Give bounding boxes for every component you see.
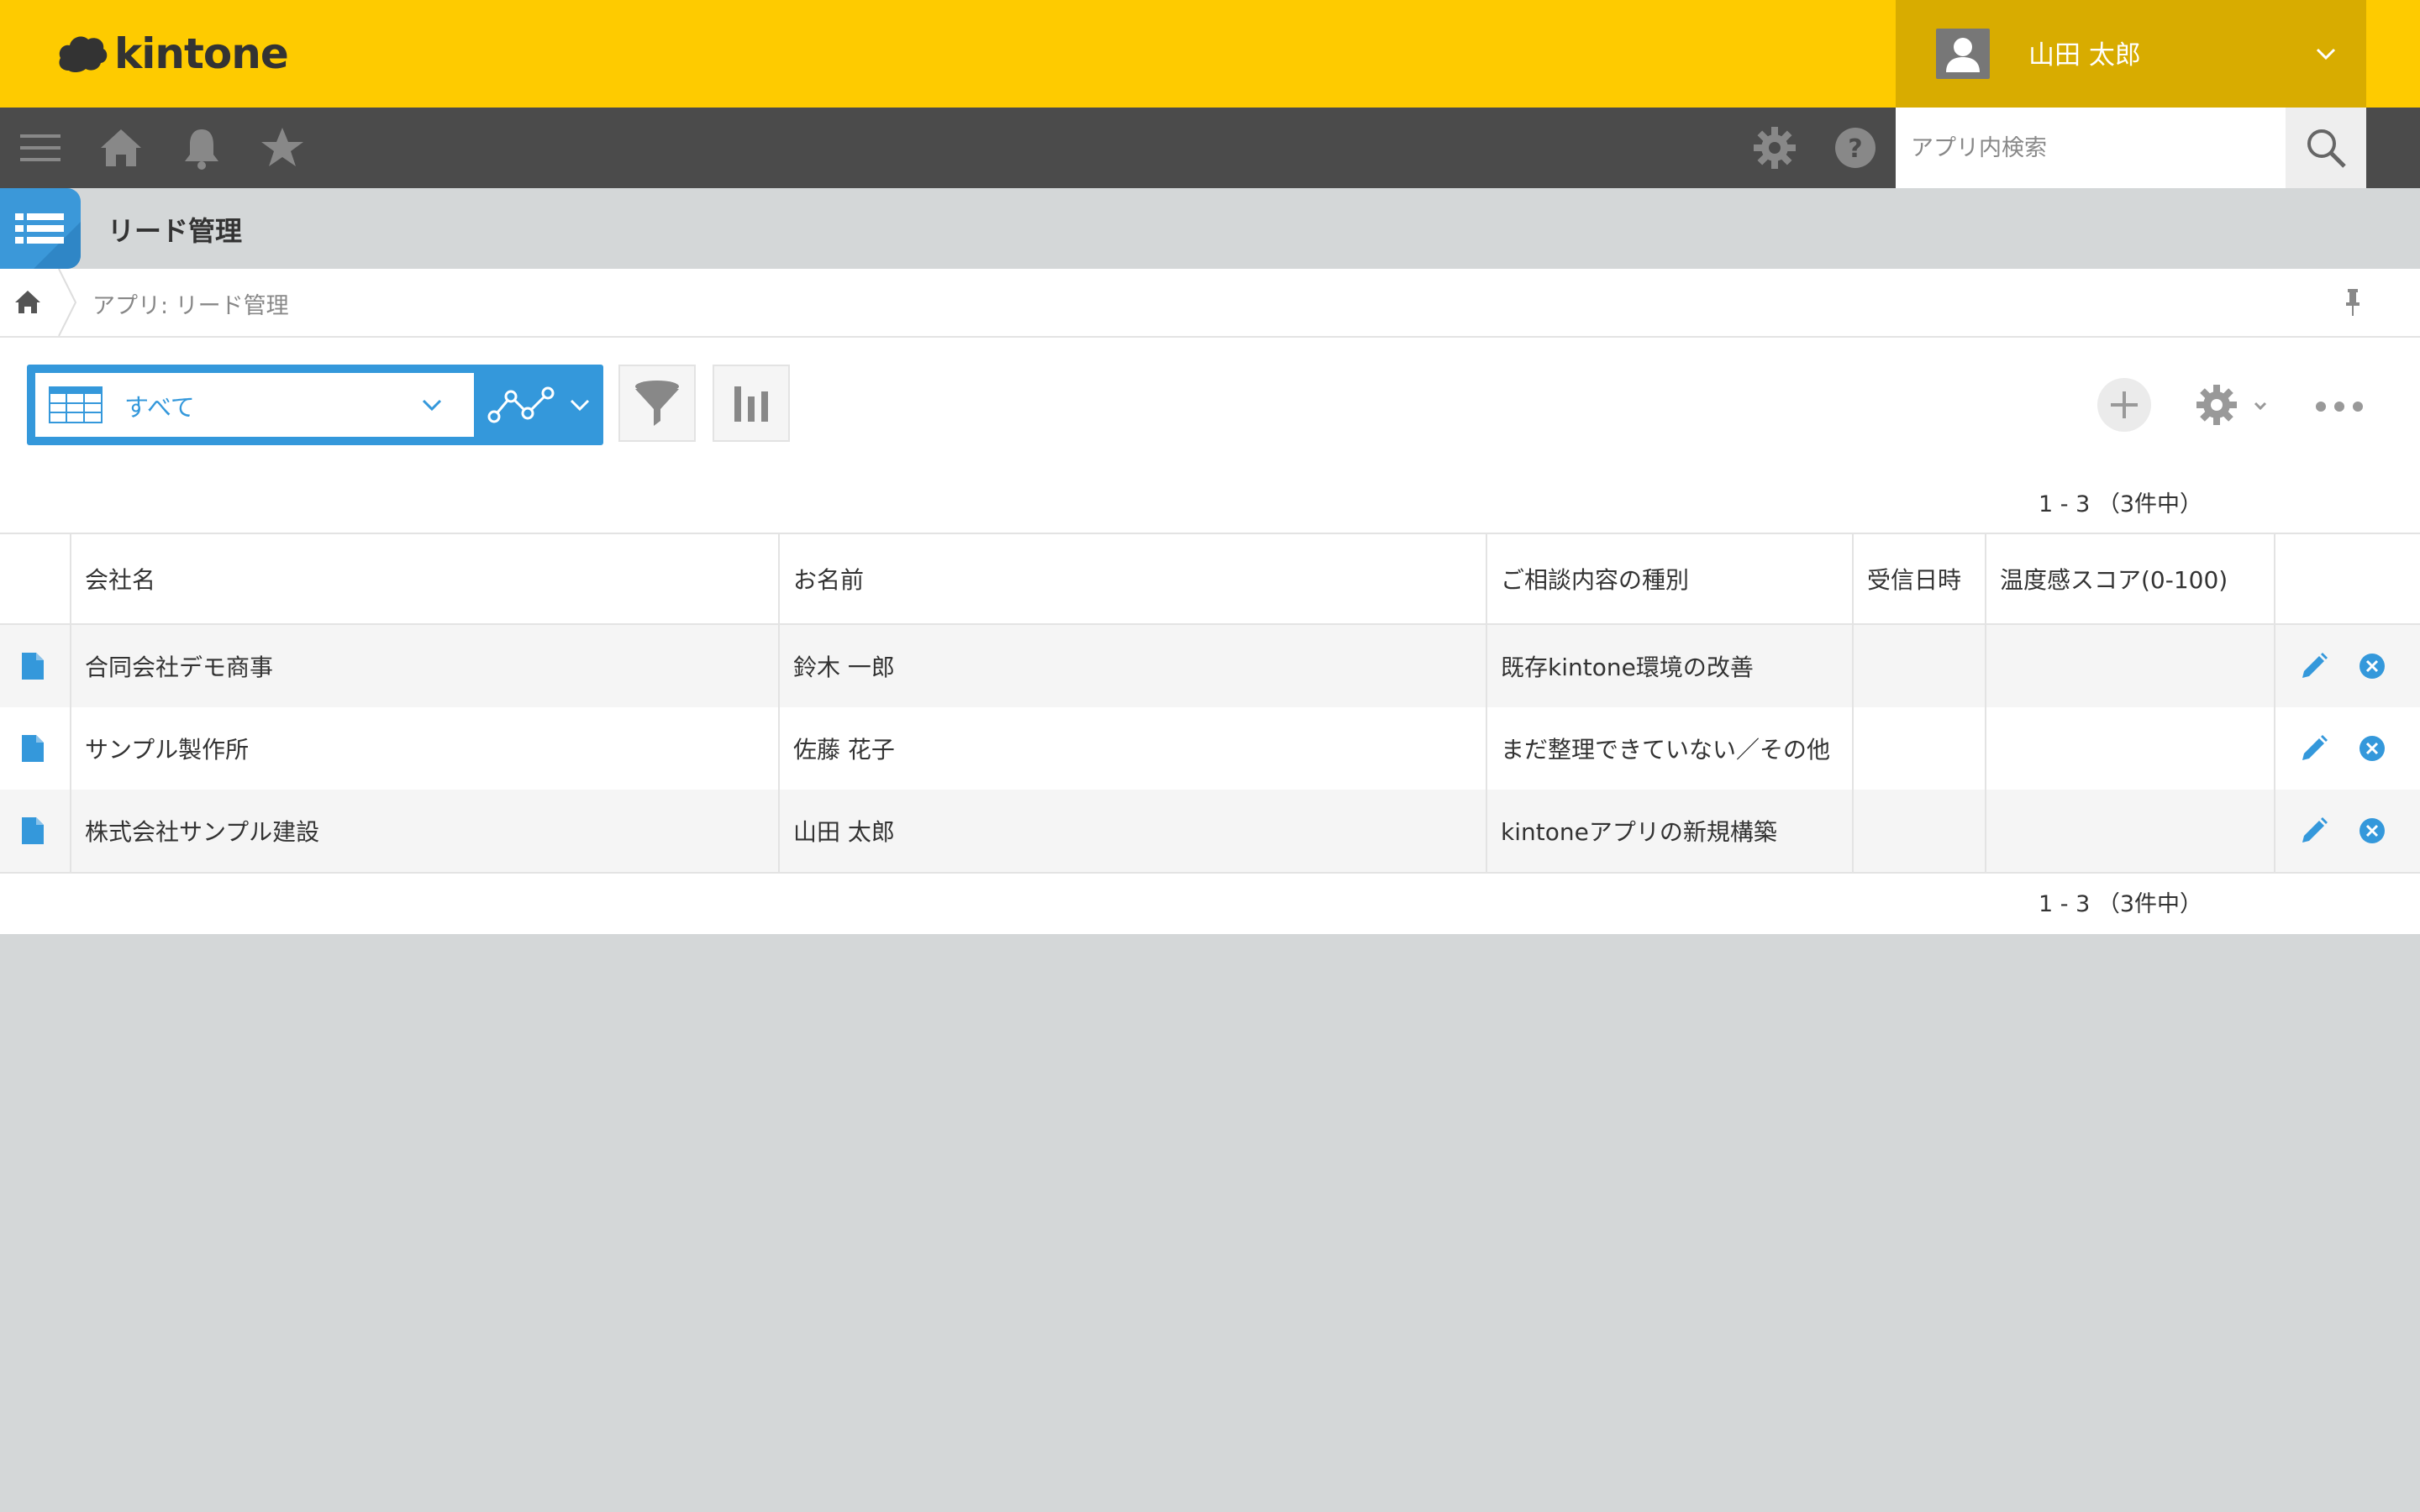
search-button[interactable]	[2286, 108, 2366, 188]
table-cell	[1985, 624, 2275, 707]
filter-button[interactable]	[618, 365, 696, 442]
table-cell: kintoneアプリの新規構築	[1486, 790, 1853, 874]
help-icon[interactable]: ?	[1832, 124, 1879, 171]
header-name[interactable]: お名前	[778, 533, 1486, 625]
edit-icon[interactable]	[2299, 816, 2329, 846]
plus-icon	[2111, 391, 2138, 418]
record-detail-icon[interactable]	[20, 816, 45, 846]
delete-icon[interactable]	[2358, 816, 2386, 845]
table-cell: 山田 太郎	[778, 790, 1486, 874]
app-icon	[0, 188, 81, 269]
table-cell: 鈴木 一郎	[778, 624, 1486, 707]
table-row: 合同会社デモ商事 鈴木 一郎 既存kintone環境の改善	[0, 624, 2420, 707]
header-cell-icon	[0, 533, 71, 625]
table-row: 株式会社サンプル建設 山田 太郎 kintoneアプリの新規構築	[0, 790, 2420, 874]
breadcrumb-separator	[58, 269, 77, 336]
home-icon[interactable]	[97, 124, 145, 171]
delete-icon[interactable]	[2358, 734, 2386, 763]
header-company[interactable]: 会社名	[70, 533, 779, 625]
view-selector: すべて	[27, 365, 603, 445]
table-header-row: 会社名 お名前 ご相談内容の種別 受信日時 温度感スコア(0-100)	[0, 533, 2420, 625]
table-cell: 佐藤 花子	[778, 707, 1486, 790]
app-search	[1896, 108, 2366, 188]
table-cell	[1852, 790, 1986, 874]
table-cell	[1985, 790, 2275, 874]
table-cell: 既存kintone環境の改善	[1486, 624, 1853, 707]
view-label: すべて	[124, 393, 195, 422]
table-cell	[1985, 707, 2275, 790]
gear-icon[interactable]	[1751, 124, 1798, 171]
record-detail-icon[interactable]	[20, 651, 45, 681]
header-cell-actions	[2274, 533, 2420, 625]
table-cell: 合同会社デモ商事	[70, 624, 779, 707]
breadcrumb-app[interactable]: アプリ: リード管理	[92, 287, 289, 320]
view-dropdown[interactable]: すべて	[35, 373, 474, 437]
global-nav: ?	[0, 108, 2420, 188]
records-table: 会社名 お名前 ご相談内容の種別 受信日時 温度感スコア(0-100) 合同会社…	[0, 533, 2420, 874]
add-record-button[interactable]	[2097, 378, 2151, 432]
chevron-down-icon[interactable]	[566, 391, 593, 418]
chevron-down-icon	[2316, 48, 2336, 60]
top-header: kintone 山田 太郎	[0, 0, 2420, 108]
svg-text:?: ?	[1848, 134, 1862, 164]
cloud-logo-icon	[59, 36, 108, 73]
record-detail-icon[interactable]	[20, 733, 45, 764]
menu-icon[interactable]	[17, 124, 64, 171]
avatar	[1936, 29, 1990, 79]
pager-top: 1 - 3 （3件中）	[2039, 491, 2203, 517]
page-title: リード管理	[108, 215, 243, 247]
breadcrumb: アプリ: リード管理	[0, 269, 2420, 338]
user-icon	[1946, 38, 1980, 72]
table-cell: 株式会社サンプル建設	[70, 790, 779, 874]
header-temperature-score[interactable]: 温度感スコア(0-100)	[1985, 533, 2275, 625]
graph-icon[interactable]	[487, 385, 556, 427]
pin-icon[interactable]	[2338, 286, 2368, 319]
app-settings-button[interactable]	[2191, 375, 2272, 435]
filter-icon	[635, 381, 679, 426]
kintone-logo[interactable]: kintone	[57, 29, 289, 79]
search-icon	[2307, 129, 2346, 168]
more-options-icon[interactable]	[2312, 390, 2366, 423]
table-cell	[1852, 707, 1986, 790]
user-menu[interactable]: 山田 太郎	[1896, 0, 2366, 108]
graph-button[interactable]	[713, 365, 790, 442]
table-cell: サンプル製作所	[70, 707, 779, 790]
main-content: すべて 1 - 3 （3件中） 会社名 お名前 ご相談内容の種別 受信日時 温度…	[0, 338, 2420, 934]
bar-chart-icon	[734, 386, 768, 422]
edit-icon[interactable]	[2299, 651, 2329, 681]
header-received-at[interactable]: 受信日時	[1852, 533, 1986, 625]
app-bar: リード管理	[0, 188, 2420, 269]
delete-icon[interactable]	[2358, 652, 2386, 680]
edit-icon[interactable]	[2299, 733, 2329, 764]
table-view-icon	[49, 386, 103, 423]
bell-icon[interactable]	[178, 124, 225, 171]
table-cell	[1852, 624, 1986, 707]
pager-bottom: 1 - 3 （3件中）	[2039, 891, 2203, 917]
home-icon[interactable]	[12, 286, 44, 318]
table-cell: まだ整理できていない／その他	[1486, 707, 1853, 790]
logo-text: kintone	[114, 29, 289, 78]
star-icon[interactable]	[259, 124, 306, 171]
table-row: サンプル製作所 佐藤 花子 まだ整理できていない／その他	[0, 707, 2420, 790]
chevron-down-icon	[422, 399, 442, 412]
list-icon	[15, 213, 81, 269]
search-input[interactable]	[1896, 108, 2297, 188]
header-inquiry-type[interactable]: ご相談内容の種別	[1486, 533, 1853, 625]
user-name: 山田 太郎	[2028, 40, 2141, 71]
